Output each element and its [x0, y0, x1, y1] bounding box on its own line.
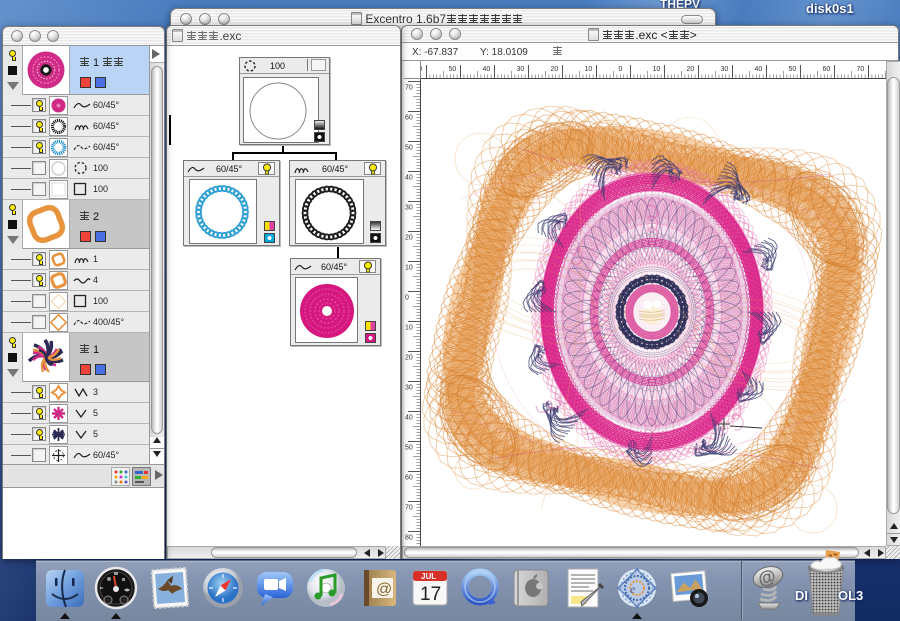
svg-text:20: 20: [687, 66, 695, 73]
svg-text:30: 30: [517, 66, 525, 73]
svg-text:60: 60: [405, 475, 413, 482]
svg-text:17: 17: [420, 584, 441, 605]
svg-text:70: 70: [405, 505, 413, 512]
svg-text:30: 30: [721, 66, 729, 73]
svg-text:50: 50: [405, 445, 413, 452]
svg-text:20: 20: [551, 66, 559, 73]
svg-text:10: 10: [653, 66, 661, 73]
svg-text:50: 50: [789, 66, 797, 73]
svg-text:10: 10: [405, 265, 413, 272]
svg-text:40: 40: [405, 175, 413, 182]
svg-text:20: 20: [405, 235, 413, 242]
svg-text:10: 10: [585, 66, 593, 73]
svg-text:80: 80: [405, 535, 413, 542]
svg-text:40: 40: [755, 66, 763, 73]
svg-text:JUL: JUL: [421, 572, 436, 581]
svg-text:50: 50: [449, 66, 457, 73]
svg-text:e: e: [630, 582, 636, 596]
svg-text:20: 20: [405, 355, 413, 362]
svg-text:40: 40: [405, 415, 413, 422]
svg-text:0: 0: [619, 66, 623, 73]
svg-text:60: 60: [405, 115, 413, 122]
svg-text:70: 70: [857, 66, 865, 73]
svg-text:50: 50: [405, 145, 413, 152]
svg-text:10: 10: [405, 325, 413, 332]
svg-text:0: 0: [405, 295, 409, 302]
svg-text:60: 60: [823, 66, 831, 73]
svg-text:30: 30: [405, 205, 413, 212]
svg-text:@: @: [376, 581, 392, 598]
svg-text:30: 30: [405, 385, 413, 392]
svg-text:60: 60: [421, 66, 422, 73]
svg-text:70: 70: [405, 85, 413, 92]
svg-text:40: 40: [483, 66, 491, 73]
